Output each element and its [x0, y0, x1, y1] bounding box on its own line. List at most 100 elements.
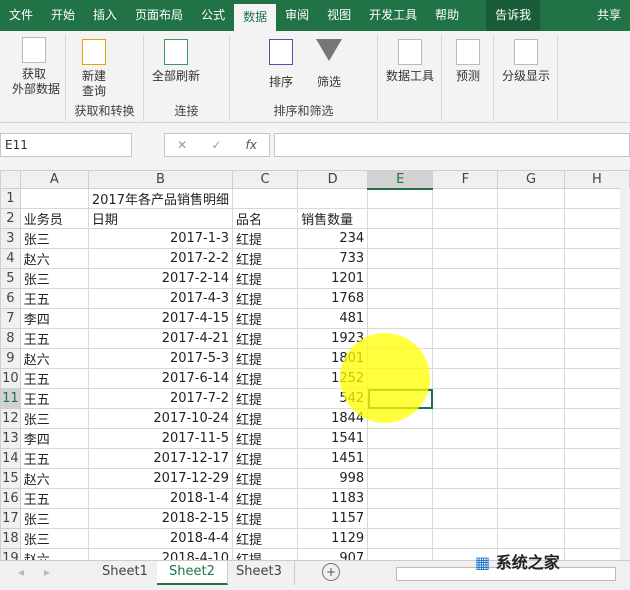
new-query-button[interactable]: 新建 查询 [72, 39, 116, 99]
cell[interactable]: 张三 [19, 408, 89, 429]
cell[interactable]: 1768 [297, 288, 369, 309]
cell[interactable] [497, 388, 565, 409]
cell[interactable]: 2017-10-24 [87, 408, 233, 429]
cell[interactable]: 品名 [231, 208, 299, 229]
cell[interactable]: 王五 [19, 368, 89, 389]
row-header[interactable]: 7 [0, 308, 21, 329]
cell[interactable]: 日期 [87, 208, 233, 229]
cell[interactable] [297, 188, 369, 209]
sort-button[interactable]: 排序 [266, 39, 296, 90]
ribbon-tab[interactable]: 开始 [42, 0, 84, 31]
cell[interactable]: 张三 [19, 228, 89, 249]
cell[interactable]: 1451 [297, 448, 369, 469]
cell[interactable] [432, 488, 499, 509]
cell[interactable]: 2017-5-3 [87, 348, 233, 369]
cell[interactable] [367, 408, 434, 429]
cell[interactable]: 李四 [19, 308, 89, 329]
outline-button[interactable]: 分级显示 [496, 39, 556, 84]
cell[interactable]: 542 [297, 388, 369, 409]
cell[interactable] [497, 368, 565, 389]
cell[interactable]: 2017-7-2 [87, 388, 233, 409]
cell[interactable]: 733 [297, 248, 369, 269]
cell[interactable]: 红提 [231, 388, 299, 409]
ribbon-tab[interactable]: 插入 [84, 0, 126, 31]
share-button[interactable]: 共享 [588, 0, 630, 31]
row-header[interactable]: 11 [0, 388, 21, 409]
cell[interactable]: 赵六 [19, 348, 89, 369]
cell[interactable] [367, 388, 434, 409]
cell[interactable] [432, 388, 499, 409]
cell[interactable] [432, 448, 499, 469]
sheet-tab[interactable]: Sheet1 [90, 561, 161, 585]
prev-sheet-icon[interactable]: ◂ [18, 565, 24, 579]
cell[interactable]: 2017-12-17 [87, 448, 233, 469]
cell[interactable] [497, 508, 565, 529]
cell[interactable]: 红提 [231, 228, 299, 249]
cell[interactable] [367, 488, 434, 509]
cell[interactable]: 王五 [19, 488, 89, 509]
cell[interactable]: 1923 [297, 328, 369, 349]
cell[interactable]: 王五 [19, 328, 89, 349]
refresh-all-button[interactable]: 全部刷新 [148, 39, 204, 84]
cell[interactable] [497, 488, 565, 509]
cell[interactable]: 红提 [231, 488, 299, 509]
cell[interactable] [497, 448, 565, 469]
cell[interactable]: 李四 [19, 428, 89, 449]
cell[interactable] [432, 428, 499, 449]
cell[interactable] [367, 328, 434, 349]
cell[interactable]: 红提 [231, 248, 299, 269]
cell[interactable] [432, 228, 499, 249]
cell[interactable]: 王五 [19, 388, 89, 409]
cell[interactable]: 红提 [231, 448, 299, 469]
vertical-scrollbar[interactable] [620, 188, 630, 560]
cell[interactable]: 销售数量 [297, 208, 369, 229]
cell[interactable]: 红提 [231, 268, 299, 289]
cell[interactable]: 2018-2-15 [87, 508, 233, 529]
cell[interactable]: 红提 [231, 328, 299, 349]
cell[interactable] [432, 408, 499, 429]
cell[interactable]: 1129 [297, 528, 369, 549]
cell[interactable] [367, 428, 434, 449]
ribbon-tab[interactable]: 文件 [0, 0, 42, 31]
ribbon-tab[interactable]: 告诉我 [486, 0, 541, 31]
row-header[interactable]: 13 [0, 428, 21, 449]
cell[interactable] [432, 368, 499, 389]
row-header[interactable]: 15 [0, 468, 21, 489]
cell[interactable] [432, 528, 499, 549]
cell[interactable]: 1183 [297, 488, 369, 509]
cell[interactable]: 赵六 [19, 248, 89, 269]
sheet-tab[interactable]: Sheet2 [157, 561, 228, 585]
cell[interactable] [367, 348, 434, 369]
cell[interactable] [497, 288, 565, 309]
cell[interactable] [367, 468, 434, 489]
cell[interactable] [497, 248, 565, 269]
cell[interactable]: 2017年各产品销售明细 [87, 188, 233, 209]
cell[interactable]: 2018-1-4 [87, 488, 233, 509]
cell[interactable]: 2017-2-14 [87, 268, 233, 289]
cell[interactable] [367, 308, 434, 329]
cell[interactable]: 2017-11-5 [87, 428, 233, 449]
row-header[interactable]: 16 [0, 488, 21, 509]
cell[interactable]: 王五 [19, 288, 89, 309]
cell[interactable] [432, 268, 499, 289]
cell[interactable] [432, 348, 499, 369]
cell[interactable] [432, 468, 499, 489]
cell[interactable] [367, 188, 434, 209]
cell[interactable]: 红提 [231, 288, 299, 309]
cell[interactable]: 张三 [19, 508, 89, 529]
cell[interactable]: 2017-4-3 [87, 288, 233, 309]
column-header[interactable]: E [367, 170, 434, 190]
row-header[interactable]: 1 [0, 188, 21, 209]
add-sheet-button[interactable]: + [322, 563, 340, 581]
row-header[interactable]: 3 [0, 228, 21, 249]
cell[interactable] [432, 208, 499, 229]
cell[interactable] [497, 408, 565, 429]
cell[interactable] [497, 528, 565, 549]
data-tools-button[interactable]: 数据工具 [380, 39, 440, 84]
filter-button[interactable]: 筛选 [314, 39, 344, 90]
row-header[interactable]: 4 [0, 248, 21, 269]
cell[interactable]: 红提 [231, 408, 299, 429]
cell[interactable] [497, 208, 565, 229]
cell[interactable] [367, 368, 434, 389]
cell[interactable] [367, 448, 434, 469]
